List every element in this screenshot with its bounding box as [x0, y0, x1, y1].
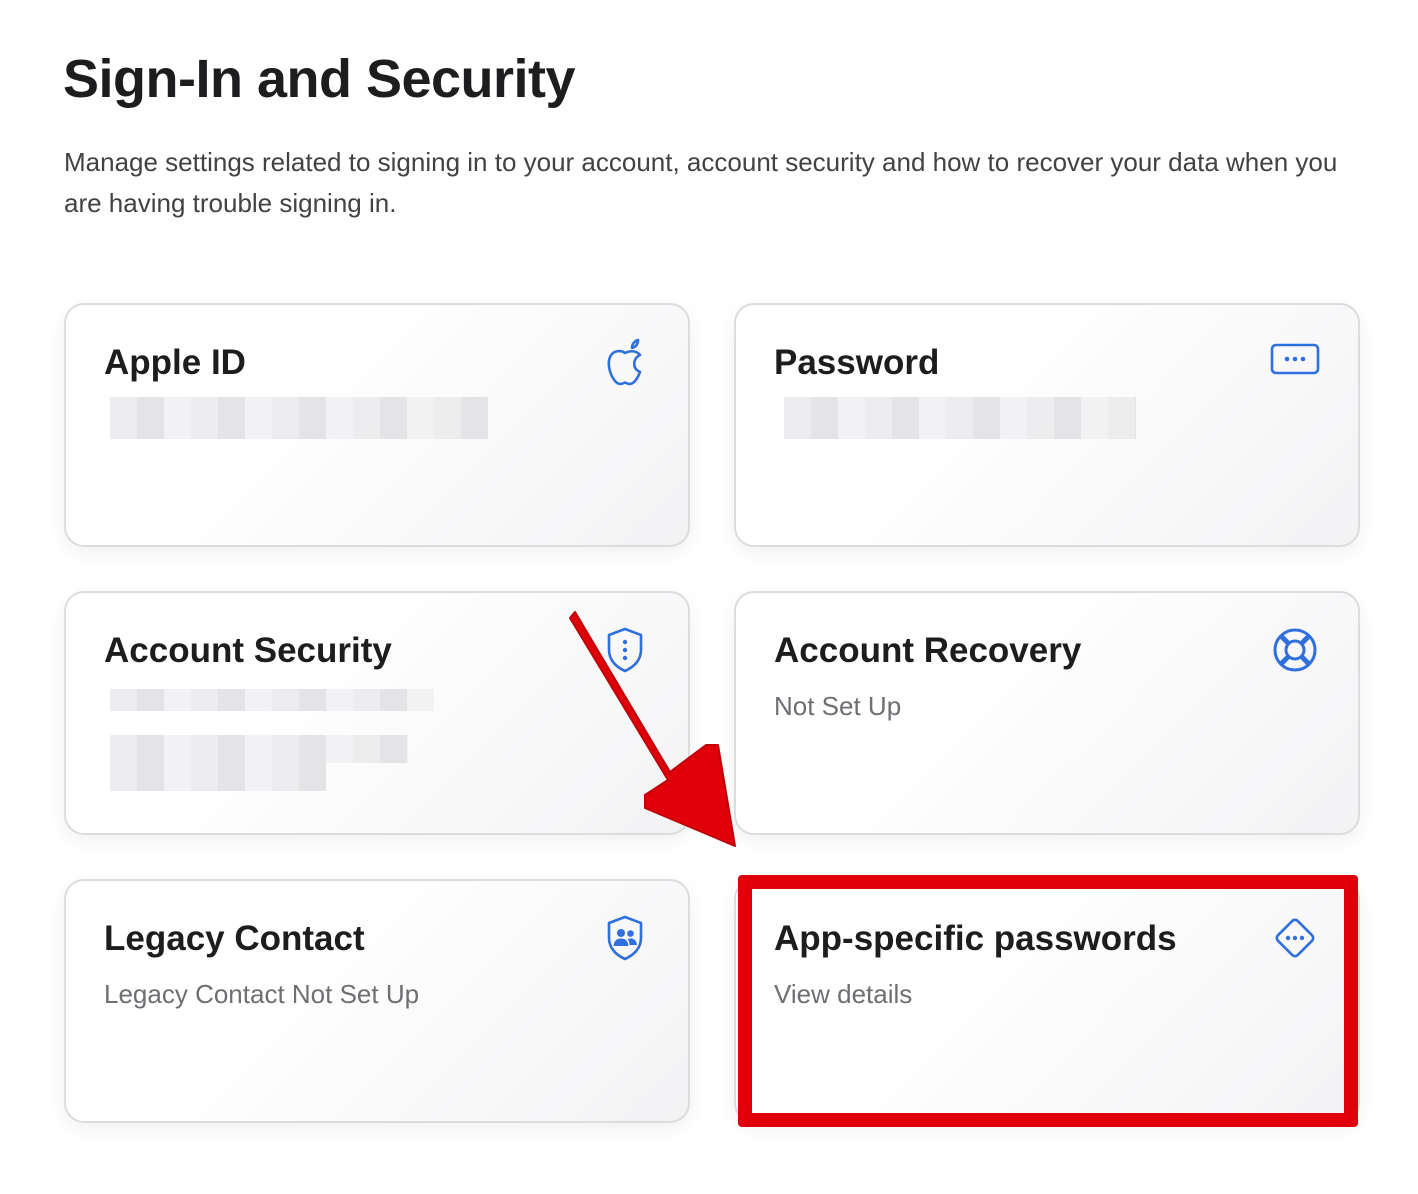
account-recovery-status: Not Set Up	[774, 691, 902, 721]
account-security-card[interactable]: Account Security	[64, 591, 690, 835]
legacy-contact-card[interactable]: Legacy Contact Legacy Contact Not Set Up	[64, 879, 690, 1123]
account-security-title: Account Security	[104, 631, 392, 670]
password-dots-icon	[1270, 333, 1320, 387]
redacted-security-line-3	[110, 763, 326, 791]
redacted-security-line-1	[110, 689, 434, 711]
redacted-security-line-2	[110, 735, 408, 763]
diamond-dots-icon	[1270, 911, 1320, 965]
lifebuoy-icon	[1270, 623, 1320, 677]
shield-icon	[600, 623, 650, 677]
app-specific-passwords-card[interactable]: App-specific passwords View details	[734, 879, 1360, 1123]
apple-logo-icon	[600, 335, 650, 389]
legacy-contact-title: Legacy Contact	[104, 919, 365, 958]
account-recovery-title: Account Recovery	[774, 631, 1082, 670]
apple-id-title: Apple ID	[104, 343, 246, 382]
sign-in-security-page: Sign-In and Security Manage settings rel…	[0, 0, 1418, 1194]
account-recovery-card[interactable]: Account Recovery Not Set Up	[734, 591, 1360, 835]
apple-id-card[interactable]: Apple ID	[64, 303, 690, 547]
page-title: Sign-In and Security	[63, 49, 576, 109]
redacted-password-info	[784, 397, 1136, 439]
password-title: Password	[774, 343, 940, 382]
shield-people-icon	[600, 911, 650, 965]
legacy-contact-status: Legacy Contact Not Set Up	[104, 979, 420, 1009]
redacted-apple-id	[110, 397, 488, 439]
view-details-link[interactable]: View details	[774, 977, 912, 1011]
app-specific-passwords-title: App-specific passwords	[774, 919, 1177, 958]
page-description: Manage settings related to signing in to…	[64, 147, 1338, 218]
password-card[interactable]: Password	[734, 303, 1360, 547]
